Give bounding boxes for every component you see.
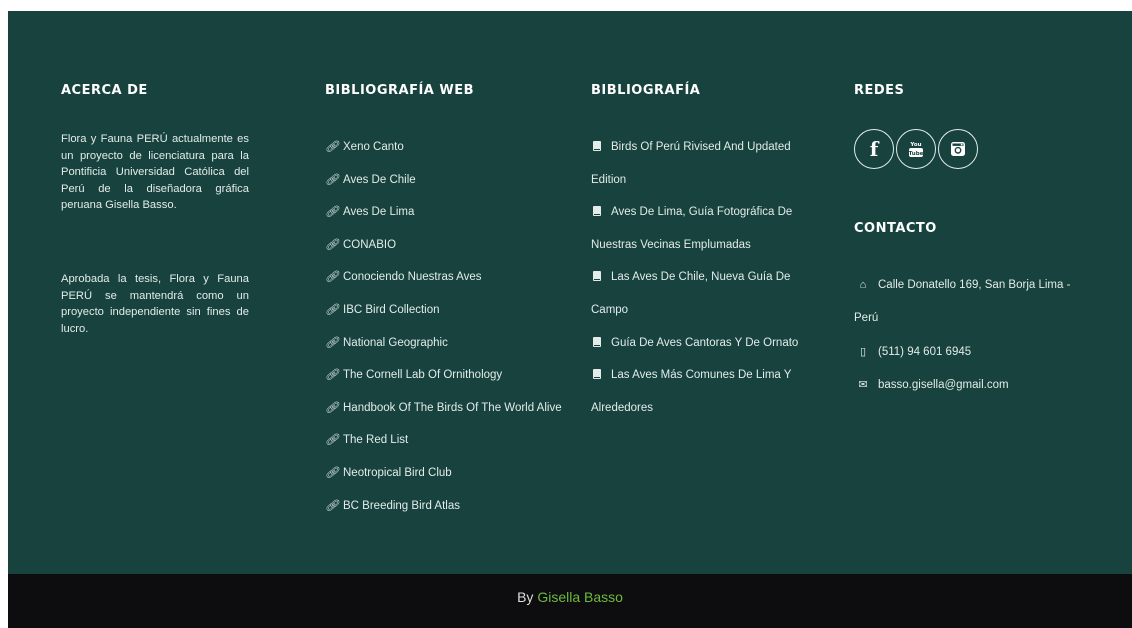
link-icon: 🔗︎ <box>325 206 339 219</box>
phone-text: (511) 94 601 6945 <box>878 346 972 359</box>
link-icon: 🔗︎ <box>325 466 339 479</box>
phone-icon: ▯ <box>859 346 867 359</box>
web-link[interactable]: 🔗︎ Aves De Chile <box>325 164 575 197</box>
credits-author-link[interactable]: Gisella Basso <box>537 589 623 605</box>
web-link-label: IBC Bird Collection <box>343 303 440 316</box>
contact-list: ⌂ Calle Donatello 169, San Borja Lima - P… <box>854 269 1084 401</box>
link-icon: 🔗︎ <box>325 303 339 316</box>
book-item[interactable]: Birds Of Perú Rivised And Updated Editio… <box>591 131 826 196</box>
svg-text:You: You <box>909 142 921 148</box>
about-paragraph-1: Flora y Fauna PERÚ actualmente es un pro… <box>61 133 249 212</box>
web-bibliography-title: BIBLIOGRAFÍA WEB <box>325 83 475 98</box>
web-link[interactable]: 🔗︎ National Geographic <box>325 327 575 360</box>
social-links: f You Tube <box>854 129 978 169</box>
site-footer: ACERCA DE Flora y Fauna PERÚ actualmente… <box>8 11 1132 574</box>
link-icon: 🔗︎ <box>325 336 339 349</box>
instagram-icon <box>951 142 965 156</box>
facebook-icon: f <box>869 137 879 161</box>
email-text: basso.gisella@gmail.com <box>878 378 1009 391</box>
book-icon <box>593 336 601 347</box>
web-link[interactable]: 🔗︎ BC Breeding Bird Atlas <box>325 490 575 523</box>
credits-prefix: By <box>517 589 534 605</box>
youtube-icon: You Tube <box>909 142 924 157</box>
youtube-button[interactable]: You Tube <box>896 129 936 169</box>
web-link-label: The Cornell Lab Of Ornithology <box>343 369 503 382</box>
about-paragraph-2: Aprobada la tesis, Flora y Fauna PERÚ se… <box>61 273 249 335</box>
book-item[interactable]: Guía De Aves Cantoras Y De Ornato <box>591 327 826 360</box>
book-title: Aves De Lima, Guía Fotográfica De Nuestr… <box>591 206 793 251</box>
web-link[interactable]: 🔗︎ Handbook Of The Birds Of The World Ali… <box>325 392 575 425</box>
about-title: ACERCA DE <box>61 83 148 98</box>
web-link-label: National Geographic <box>343 336 448 349</box>
book-title: Birds Of Perú Rivised And Updated Editio… <box>591 141 791 186</box>
credits-bar: By Gisella Basso <box>8 574 1132 628</box>
social-title: REDES <box>854 83 905 98</box>
link-icon: 🔗︎ <box>325 434 339 447</box>
envelope-icon: ✉ <box>858 378 868 391</box>
web-bibliography-list: 🔗︎ Xeno Canto 🔗︎ Aves De Chile 🔗︎ Aves De L… <box>325 131 575 522</box>
book-title: Las Aves De Chile, Nueva Guía De Campo <box>591 271 791 316</box>
contact-phone[interactable]: ▯ (511) 94 601 6945 <box>854 336 1084 369</box>
bibliography-list: Birds Of Perú Rivised And Updated Editio… <box>591 131 826 424</box>
book-icon <box>593 206 601 217</box>
link-icon: 🔗︎ <box>325 369 339 382</box>
book-icon <box>593 141 601 151</box>
web-link-label: Xeno Canto <box>343 141 404 153</box>
home-icon: ⌂ <box>859 279 867 291</box>
link-icon: 🔗︎ <box>325 238 339 251</box>
svg-text:Tube: Tube <box>909 151 924 157</box>
web-link-label: Conociendo Nuestras Aves <box>343 271 482 284</box>
link-icon: 🔗︎ <box>325 173 339 186</box>
link-icon: 🔗︎ <box>325 141 339 153</box>
contact-title: CONTACTO <box>854 221 937 236</box>
web-link-label: The Red List <box>343 434 409 447</box>
web-link-label: Aves De Lima <box>343 206 415 219</box>
web-link-label: CONABIO <box>343 238 397 251</box>
instagram-button[interactable] <box>938 129 978 169</box>
link-icon: 🔗︎ <box>325 271 339 284</box>
contact-email[interactable]: ✉ basso.gisella@gmail.com <box>854 369 1084 402</box>
web-link[interactable]: 🔗︎ Xeno Canto <box>325 131 575 164</box>
bibliography-title: BIBLIOGRAFÍA <box>591 83 701 98</box>
link-icon: 🔗︎ <box>325 499 339 512</box>
book-item[interactable]: Las Aves De Chile, Nueva Guía De Campo <box>591 261 826 326</box>
book-item[interactable]: Las Aves Más Comunes De Lima Y Alrededor… <box>591 359 826 424</box>
link-icon: 🔗︎ <box>325 401 339 414</box>
book-icon <box>593 271 601 282</box>
page: ACERCA DE Flora y Fauna PERÚ actualmente… <box>8 11 1132 628</box>
web-link-label: Aves De Chile <box>343 173 416 186</box>
web-link[interactable]: 🔗︎ Aves De Lima <box>325 196 575 229</box>
contact-address: ⌂ Calle Donatello 169, San Borja Lima - P… <box>854 269 1084 334</box>
facebook-button[interactable]: f <box>854 129 894 169</box>
book-title: Guía De Aves Cantoras Y De Ornato <box>611 336 799 349</box>
book-title: Las Aves Más Comunes De Lima Y Alrededor… <box>591 369 792 414</box>
web-link[interactable]: 🔗︎ The Cornell Lab Of Ornithology <box>325 359 575 392</box>
web-link[interactable]: 🔗︎ CONABIO <box>325 229 575 262</box>
book-icon <box>593 369 601 380</box>
web-link[interactable]: 🔗︎ Conociendo Nuestras Aves <box>325 261 575 294</box>
web-link-label: Handbook Of The Birds Of The World Alive <box>343 401 562 414</box>
web-link[interactable]: 🔗︎ IBC Bird Collection <box>325 294 575 327</box>
web-link[interactable]: 🔗︎ The Red List <box>325 424 575 457</box>
address-text: Calle Donatello 169, San Borja Lima - Pe… <box>854 279 1071 324</box>
web-link[interactable]: 🔗︎ Neotropical Bird Club <box>325 457 575 490</box>
book-item[interactable]: Aves De Lima, Guía Fotográfica De Nuestr… <box>591 196 826 261</box>
web-link-label: BC Breeding Bird Atlas <box>343 499 460 512</box>
web-link-label: Neotropical Bird Club <box>343 466 452 479</box>
